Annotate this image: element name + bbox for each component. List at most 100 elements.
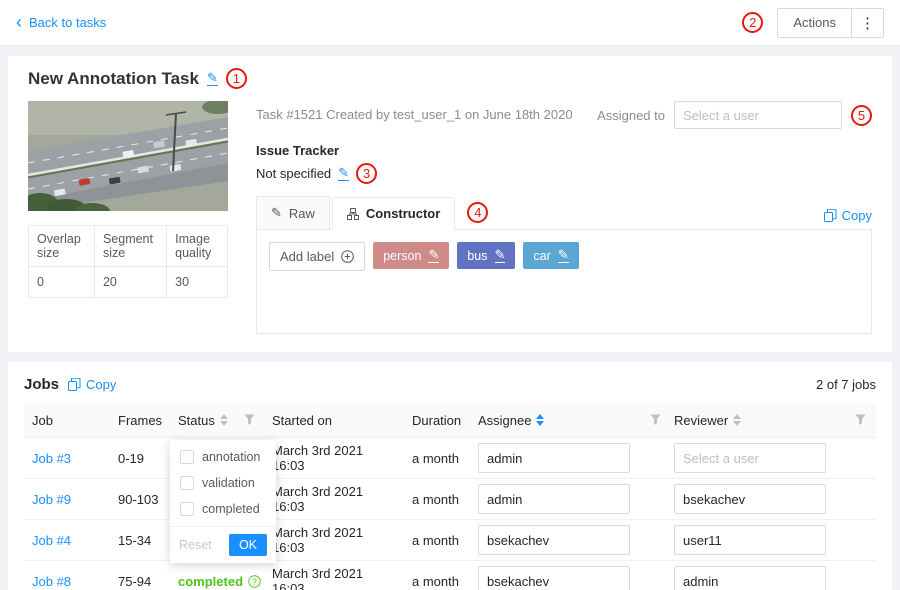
- edit-label-icon[interactable]: ✎: [495, 248, 506, 263]
- reviewer-input[interactable]: [674, 443, 826, 473]
- param-header-segment: Segment size: [94, 226, 166, 267]
- edit-task-name-icon[interactable]: ✎: [207, 71, 218, 86]
- job-link[interactable]: Job #9: [32, 492, 71, 507]
- job-started: March 3rd 2021 16:03: [264, 561, 404, 590]
- job-frames: 90-103: [110, 479, 170, 520]
- label-tag-car[interactable]: car ✎: [523, 242, 578, 269]
- filter-option-validation[interactable]: validation: [170, 470, 276, 496]
- job-row: Job #8 75-94 completed? March 3rd 2021 1…: [24, 561, 876, 590]
- col-status[interactable]: Status: [170, 403, 234, 438]
- job-row: Job #4 15-34 March 3rd 2021 16:03 a mont…: [24, 520, 876, 561]
- col-started: Started on: [264, 403, 404, 438]
- jobs-table-wrap: Job Frames Status Started on D: [24, 403, 876, 590]
- more-icon: ⋮: [860, 15, 875, 32]
- reviewer-input[interactable]: [674, 484, 826, 514]
- labels-tabs: ✎ Raw Constructor 4 Copy: [256, 196, 872, 230]
- col-assignee[interactable]: Assignee: [470, 403, 640, 438]
- jobs-title: Jobs: [24, 376, 59, 393]
- issue-tracker-label: Issue Tracker: [256, 143, 872, 158]
- params-value-row: 0 20 30: [29, 267, 228, 298]
- label-tag-bus[interactable]: bus ✎: [457, 242, 515, 269]
- task-assignee-input[interactable]: [674, 101, 842, 129]
- issue-tracker-block: Issue Tracker Not specified ✎ 3: [256, 143, 872, 184]
- filter-ok-button[interactable]: OK: [229, 534, 267, 556]
- tab-constructor[interactable]: Constructor: [332, 197, 455, 230]
- tab-raw[interactable]: ✎ Raw: [256, 196, 330, 229]
- label-tag-person[interactable]: person ✎: [373, 242, 449, 269]
- status-sort-icon[interactable]: [220, 414, 228, 426]
- col-assignee-filter: [640, 403, 666, 438]
- actions-button[interactable]: Actions: [777, 8, 852, 38]
- job-status: completed: [178, 574, 243, 589]
- filter-dropdown-footer: Reset OK: [170, 526, 276, 563]
- assignee-input[interactable]: [478, 566, 630, 590]
- job-link[interactable]: Job #3: [32, 451, 71, 466]
- status-filter-dropdown: annotation validation completed Reset OK: [170, 440, 276, 563]
- callout-4: 4: [467, 202, 488, 223]
- reviewer-sort-icon[interactable]: [733, 414, 741, 426]
- jobs-header: Jobs Copy 2 of 7 jobs: [24, 376, 876, 393]
- assigned-to-block: Assigned to 5: [597, 101, 872, 129]
- assigned-to-label: Assigned to: [597, 108, 665, 123]
- add-label-button[interactable]: Add label: [269, 242, 365, 271]
- issue-tracker-value: Not specified: [256, 166, 331, 181]
- job-started: March 3rd 2021 16:03: [264, 520, 404, 561]
- job-started: March 3rd 2021 16:03: [264, 438, 404, 479]
- edit-label-icon[interactable]: ✎: [428, 248, 439, 263]
- filter-reset-button[interactable]: Reset: [179, 538, 212, 552]
- question-circle-icon: ?: [248, 575, 261, 588]
- job-duration: a month: [404, 479, 470, 520]
- param-value-quality: 30: [167, 267, 228, 298]
- status-filter-icon[interactable]: [242, 412, 257, 427]
- plus-circle-icon: [341, 250, 354, 263]
- jobs-table: Job Frames Status Started on D: [24, 403, 876, 590]
- edit-label-icon[interactable]: ✎: [558, 248, 569, 263]
- reviewer-input[interactable]: [674, 566, 826, 590]
- assignee-input[interactable]: [478, 484, 630, 514]
- filter-option-completed[interactable]: completed: [170, 496, 276, 522]
- annotation-checkbox[interactable]: [180, 450, 194, 464]
- param-header-quality: Image quality: [167, 226, 228, 267]
- job-duration: a month: [404, 561, 470, 590]
- param-value-overlap: 0: [29, 267, 95, 298]
- reviewer-input[interactable]: [674, 525, 826, 555]
- col-reviewer[interactable]: Reviewer: [666, 403, 836, 438]
- filter-option-annotation[interactable]: annotation: [170, 444, 276, 470]
- validation-checkbox[interactable]: [180, 476, 194, 490]
- svg-text:?: ?: [252, 576, 257, 586]
- callout-1: 1: [226, 68, 247, 89]
- back-to-tasks-link[interactable]: ‹ Back to tasks: [16, 15, 106, 31]
- topbar-right: 2 Actions ⋮: [742, 8, 884, 38]
- jobs-card: Jobs Copy 2 of 7 jobs Job Frames Status: [8, 362, 892, 590]
- col-status-filter: [234, 403, 264, 438]
- task-thumbnail: [28, 101, 228, 211]
- assignee-filter-icon[interactable]: [648, 412, 663, 427]
- back-chevron-icon: ‹: [16, 13, 22, 31]
- job-frames: 75-94: [110, 561, 170, 590]
- copy-labels-link[interactable]: Copy: [824, 208, 872, 223]
- task-right-column: Task #1521 Created by test_user_1 on Jun…: [256, 101, 872, 334]
- copy-icon: [824, 209, 837, 222]
- param-value-segment: 20: [94, 267, 166, 298]
- back-label: Back to tasks: [29, 15, 106, 30]
- job-link[interactable]: Job #4: [32, 533, 71, 548]
- job-duration: a month: [404, 520, 470, 561]
- edit-issue-tracker-icon[interactable]: ✎: [338, 166, 349, 181]
- assignee-sort-icon[interactable]: [536, 414, 544, 426]
- actions-more-button[interactable]: ⋮: [852, 8, 884, 38]
- job-row: Job #3 0-19 March 3rd 2021 16:03 a month: [24, 438, 876, 479]
- task-card: New Annotation Task ✎ 1: [8, 56, 892, 352]
- job-frames: 15-34: [110, 520, 170, 561]
- copy-jobs-link[interactable]: Copy: [68, 377, 116, 392]
- reviewer-filter-icon[interactable]: [853, 412, 868, 427]
- job-started: March 3rd 2021 16:03: [264, 479, 404, 520]
- actions-button-group: Actions ⋮: [777, 8, 884, 38]
- completed-checkbox[interactable]: [180, 502, 194, 516]
- assignee-input[interactable]: [478, 443, 630, 473]
- task-params-table: Overlap size Segment size Image quality …: [28, 225, 228, 298]
- job-link[interactable]: Job #8: [32, 574, 71, 589]
- job-frames: 0-19: [110, 438, 170, 479]
- col-duration: Duration: [404, 403, 470, 438]
- assignee-input[interactable]: [478, 525, 630, 555]
- jobs-header-row: Job Frames Status Started on D: [24, 403, 876, 438]
